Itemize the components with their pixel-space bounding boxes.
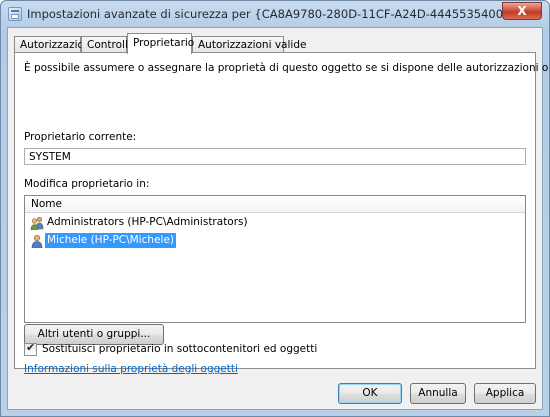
owner-candidates-list[interactable]: Nome Administrators (HP-PC\Administrator… xyxy=(24,195,526,323)
dialog-window: Impostazioni avanzate di sicurezza per {… xyxy=(0,0,550,417)
dialog-client-area: Autorizzazioni Controllo Proprietario Au… xyxy=(7,27,549,410)
ownership-info-link[interactable]: Informazioni sulla proprietà degli ogget… xyxy=(24,363,238,375)
owner-description: È possibile assumere o assegnare la prop… xyxy=(24,62,549,74)
replace-owner-checkbox[interactable] xyxy=(24,341,37,356)
change-owner-label: Modifica proprietario in: xyxy=(24,178,150,190)
list-item-label: Michele (HP-PC\Michele) xyxy=(45,233,176,248)
window-title: Impostazioni avanzate di sicurezza per {… xyxy=(27,7,525,21)
tab-proprietario[interactable]: Proprietario xyxy=(127,33,194,54)
list-item-selected[interactable]: Michele (HP-PC\Michele) xyxy=(25,233,525,249)
user-icon xyxy=(30,234,44,249)
tab-autorizzazioni-valide[interactable]: Autorizzazioni valide xyxy=(192,36,306,53)
column-header-nome[interactable]: Nome xyxy=(25,196,525,213)
title-bar[interactable]: Impostazioni avanzate di sicurezza per {… xyxy=(1,1,549,27)
other-users-or-groups-button[interactable]: Altri utenti o gruppi... xyxy=(24,324,164,345)
list-item[interactable]: Administrators (HP-PC\Administrators) xyxy=(25,215,525,231)
list-item-label: Administrators (HP-PC\Administrators) xyxy=(47,216,248,228)
current-owner-field[interactable]: SYSTEM xyxy=(24,148,526,165)
replace-owner-checkbox-label[interactable]: Sostituisci proprietario in sottoconteni… xyxy=(42,343,317,355)
tab-autorizzazioni[interactable]: Autorizzazioni xyxy=(14,36,94,53)
current-owner-label: Proprietario corrente: xyxy=(24,131,137,143)
window-icon xyxy=(8,7,22,21)
owner-tab-panel: È possibile assumere o assegnare la prop… xyxy=(14,52,549,375)
ok-button[interactable]: OK xyxy=(338,383,402,404)
user-group-icon xyxy=(30,216,44,231)
close-button[interactable]: X xyxy=(502,2,542,20)
apply-button[interactable]: Applica xyxy=(474,383,536,404)
cancel-button[interactable]: Annulla xyxy=(410,383,466,404)
tab-controllo[interactable]: Controllo xyxy=(81,36,134,53)
